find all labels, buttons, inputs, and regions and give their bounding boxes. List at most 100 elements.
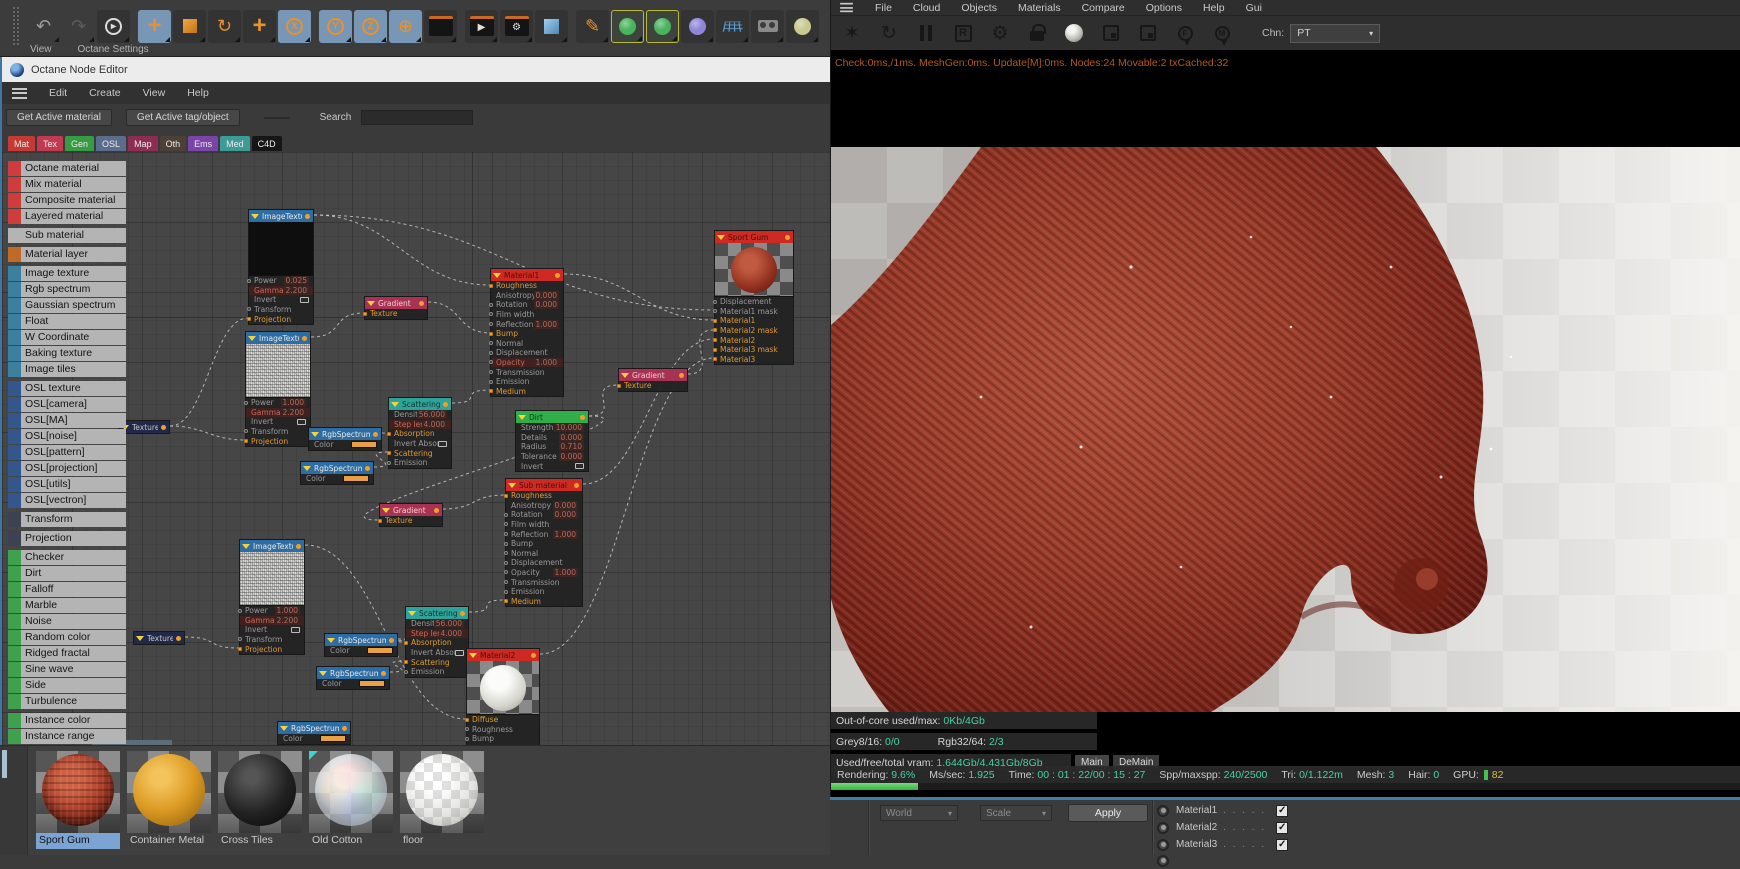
param-input-port[interactable] bbox=[489, 360, 493, 364]
graph-node-imgtex3[interactable]: ImageTexturePower1.000Gamma2.200InvertTr… bbox=[239, 539, 305, 655]
sidebar-item-osl-texture[interactable]: OSL texture bbox=[8, 381, 126, 396]
node-param-row[interactable]: Emission bbox=[491, 377, 563, 387]
node-output-port[interactable] bbox=[574, 483, 579, 488]
render-settings-icon[interactable]: ⚙ bbox=[989, 22, 1011, 44]
enable-checkbox[interactable]: ✓ bbox=[1276, 822, 1288, 834]
node-param-row[interactable]: Invert bbox=[246, 417, 310, 427]
param-value[interactable]: 0.000 bbox=[559, 433, 584, 442]
node-param-row[interactable]: Transmission bbox=[491, 367, 563, 377]
param-input-port[interactable] bbox=[465, 737, 469, 741]
material-name[interactable]: Container Metal bbox=[127, 833, 211, 849]
scale-tool-icon[interactable] bbox=[173, 10, 206, 43]
node-param-row[interactable]: Scattering bbox=[406, 657, 468, 667]
collapse-triangle-icon[interactable] bbox=[518, 415, 526, 420]
radio-button[interactable] bbox=[1157, 822, 1169, 834]
node-param-row[interactable]: Medium bbox=[491, 387, 563, 397]
sidebar-item-ridged-fractal[interactable]: Ridged fractal bbox=[8, 646, 126, 661]
material-tile-container-metal[interactable]: Container Metal bbox=[127, 751, 211, 850]
param-input-port[interactable] bbox=[617, 384, 621, 388]
sidebar-item-gaussian-spectrum[interactable]: Gaussian spectrum bbox=[8, 298, 126, 313]
viewer-hamburger-icon[interactable] bbox=[840, 3, 853, 12]
graph-node-imgtex2[interactable]: ImageTexturePower1.000Gamma2.200InvertTr… bbox=[245, 331, 311, 447]
node-output-port[interactable] bbox=[365, 466, 370, 471]
sidebar-item-marble[interactable]: Marble bbox=[8, 598, 126, 613]
sidebar-item-osl-projection-[interactable]: OSL[projection] bbox=[8, 461, 126, 476]
node-param-row[interactable]: Medium bbox=[506, 597, 582, 607]
collapse-triangle-icon[interactable] bbox=[242, 544, 250, 549]
param-input-port[interactable] bbox=[404, 641, 408, 645]
sidebar-item-baking-texture[interactable]: Baking texture bbox=[8, 346, 126, 361]
param-value[interactable]: 0.000 bbox=[534, 291, 559, 300]
category-tab-osl[interactable]: OSL bbox=[96, 136, 126, 151]
node-param-row[interactable]: Bump bbox=[506, 539, 582, 549]
collapse-triangle-icon[interactable] bbox=[717, 235, 725, 240]
sidebar-item-instance-color[interactable]: Instance color bbox=[8, 713, 126, 728]
viewer-menu-materials[interactable]: Materials bbox=[1018, 2, 1061, 14]
light-icon[interactable] bbox=[786, 10, 819, 43]
sidebar-item-float[interactable]: Float bbox=[8, 314, 126, 329]
collapse-triangle-icon[interactable] bbox=[382, 508, 390, 513]
graph-node-mat2[interactable]: Material2DiffuseRoughnessBumpNormalDispl… bbox=[466, 648, 540, 745]
param-input-port[interactable] bbox=[489, 284, 493, 288]
sidebar-item-osl-pattern-[interactable]: OSL[pattern] bbox=[8, 445, 126, 460]
graph-node-rgb2[interactable]: RgbSpectrumColor bbox=[300, 461, 374, 485]
node-output-port[interactable] bbox=[460, 611, 465, 616]
param-input-port[interactable] bbox=[244, 401, 248, 405]
material-name[interactable]: Sport Gum bbox=[36, 833, 120, 849]
x-axis-lock-icon[interactable]: X bbox=[278, 10, 311, 43]
sidebar-item-mix-material[interactable]: Mix material bbox=[8, 177, 126, 192]
node-output-port[interactable] bbox=[305, 214, 310, 219]
param-input-port[interactable] bbox=[489, 322, 493, 326]
node-output-port[interactable] bbox=[342, 726, 347, 731]
param-value[interactable]: 56.000 bbox=[434, 619, 464, 628]
param-value[interactable]: 0.000 bbox=[559, 452, 584, 461]
node-param-row[interactable]: Texture bbox=[619, 381, 687, 391]
param-input-port[interactable] bbox=[504, 590, 508, 594]
menu-view[interactable]: View bbox=[143, 87, 166, 99]
node-param-row[interactable]: Power0.025 bbox=[249, 276, 313, 286]
collapse-triangle-icon[interactable] bbox=[251, 214, 259, 219]
node-param-row[interactable]: Transform bbox=[246, 427, 310, 437]
collapse-triangle-icon[interactable] bbox=[469, 653, 477, 658]
collapse-triangle-icon[interactable] bbox=[280, 726, 288, 731]
z-axis-lock-icon[interactable]: Z bbox=[354, 10, 387, 43]
node-param-row[interactable]: Absorption bbox=[389, 429, 451, 439]
param-input-port[interactable] bbox=[387, 451, 391, 455]
render-region-icon[interactable] bbox=[1100, 22, 1122, 44]
param-input-port[interactable] bbox=[404, 660, 408, 664]
param-input-port[interactable] bbox=[247, 317, 251, 321]
param-value[interactable]: 0.000 bbox=[534, 300, 559, 309]
node-param-row[interactable]: Emission bbox=[506, 587, 582, 597]
octane-kernel-icon[interactable]: ✶ bbox=[841, 22, 863, 44]
param-input-port[interactable] bbox=[489, 332, 493, 336]
viewer-menu-compare[interactable]: Compare bbox=[1082, 2, 1125, 14]
radio-button[interactable] bbox=[1157, 839, 1169, 851]
node-output-port[interactable] bbox=[580, 415, 585, 420]
toolbar-drag-handle[interactable] bbox=[12, 6, 20, 46]
param-checkbox[interactable] bbox=[291, 627, 300, 633]
category-tab-oth[interactable]: Oth bbox=[160, 136, 187, 151]
y-axis-lock-icon[interactable]: Y bbox=[319, 10, 352, 43]
param-checkbox[interactable] bbox=[575, 463, 584, 469]
radio-button[interactable] bbox=[1157, 805, 1169, 817]
node-param-row[interactable]: Color bbox=[317, 679, 389, 689]
channel-dropdown[interactable]: PT▾ bbox=[1290, 24, 1380, 43]
live-selection-icon[interactable]: ▸ bbox=[97, 10, 130, 43]
param-value[interactable]: 0.710 bbox=[559, 442, 584, 451]
sidebar-item-random-color[interactable]: Random color bbox=[8, 630, 126, 645]
node-output-port[interactable] bbox=[176, 636, 181, 641]
reset-icon[interactable]: R bbox=[952, 22, 974, 44]
param-value[interactable]: 0.025 bbox=[284, 276, 309, 285]
lock-resolution-icon[interactable] bbox=[1026, 22, 1048, 44]
node-header[interactable]: Scattering bbox=[406, 607, 468, 619]
graph-node-texpr2[interactable]: Texture Pr bbox=[133, 631, 185, 645]
category-tab-tex[interactable]: Tex bbox=[37, 136, 63, 151]
node-param-row[interactable]: Material2 mask bbox=[715, 326, 793, 336]
undo-icon[interactable]: ↶ bbox=[27, 10, 60, 43]
collapse-triangle-icon[interactable] bbox=[303, 466, 311, 471]
sidebar-item-osl-ma-[interactable]: OSL[MA] bbox=[8, 413, 126, 428]
sidebar-item-side[interactable]: Side bbox=[8, 678, 126, 693]
rotate-tool-icon[interactable]: ↻ bbox=[208, 10, 241, 43]
material-tile-cross-tiles[interactable]: Cross Tiles bbox=[218, 751, 302, 850]
search-input[interactable] bbox=[361, 110, 473, 125]
